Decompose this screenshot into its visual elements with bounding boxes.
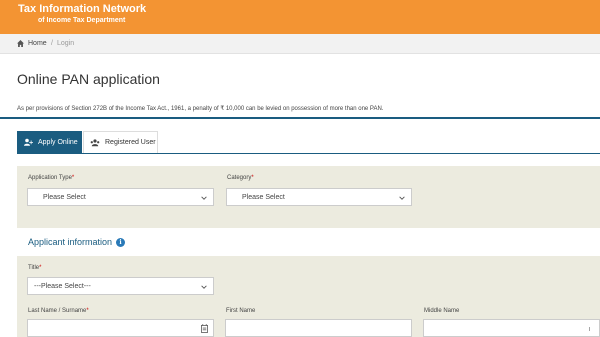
tab-apply-online[interactable]: Apply Online (17, 131, 82, 153)
edge-text: I (589, 327, 591, 333)
info-icon[interactable]: i (116, 237, 126, 247)
chevron-down-icon (399, 196, 405, 200)
calendar-icon[interactable] (201, 324, 208, 333)
title-select[interactable]: ---Please Select--- (27, 277, 214, 295)
tab-registered-user[interactable]: Registered User (83, 131, 158, 153)
title-value: ---Please Select--- (34, 282, 91, 290)
home-icon (17, 40, 24, 47)
user-group-icon (90, 138, 100, 146)
site-title: Tax Information Network (18, 3, 147, 15)
divider (0, 117, 600, 119)
last-name-label: Last Name / Surname* (28, 308, 89, 314)
user-plus-icon (24, 138, 33, 146)
applicant-information-heading: Applicant information i (28, 237, 126, 247)
chevron-down-icon (201, 196, 207, 200)
first-name-input[interactable] (225, 319, 412, 337)
tab-registered-user-label: Registered User (105, 139, 156, 146)
first-name-label: First Name (226, 308, 256, 314)
chevron-down-icon (201, 285, 207, 289)
category-select[interactable]: Please Select (226, 188, 412, 206)
breadcrumb-separator: / (51, 40, 53, 47)
tab-apply-online-label: Apply Online (38, 138, 78, 146)
site-header: Tax Information Network of Income Tax De… (0, 0, 600, 34)
application-type-select[interactable]: Please Select (27, 188, 214, 206)
site-logo[interactable]: Tax Information Network of Income Tax De… (18, 3, 147, 25)
last-name-input[interactable] (27, 319, 214, 337)
applicant-information-title: Applicant information (28, 237, 113, 247)
application-type-label: Application Type* (28, 175, 75, 181)
category-label: Category* (227, 175, 254, 181)
page-title: Online PAN application (17, 71, 160, 87)
penalty-notice: As per provisions of Section 272B of the… (17, 106, 384, 112)
breadcrumb: Home / Login (0, 34, 600, 54)
tab-underline (17, 153, 600, 154)
middle-name-input[interactable] (423, 319, 600, 337)
middle-name-label: Middle Name (424, 308, 460, 314)
title-label: Title* (28, 265, 42, 271)
site-subtitle: of Income Tax Department (38, 17, 126, 24)
application-type-value: Please Select (43, 193, 86, 201)
category-value: Please Select (242, 193, 285, 201)
breadcrumb-current: Login (57, 40, 75, 47)
breadcrumb-home-link[interactable]: Home (28, 40, 47, 47)
